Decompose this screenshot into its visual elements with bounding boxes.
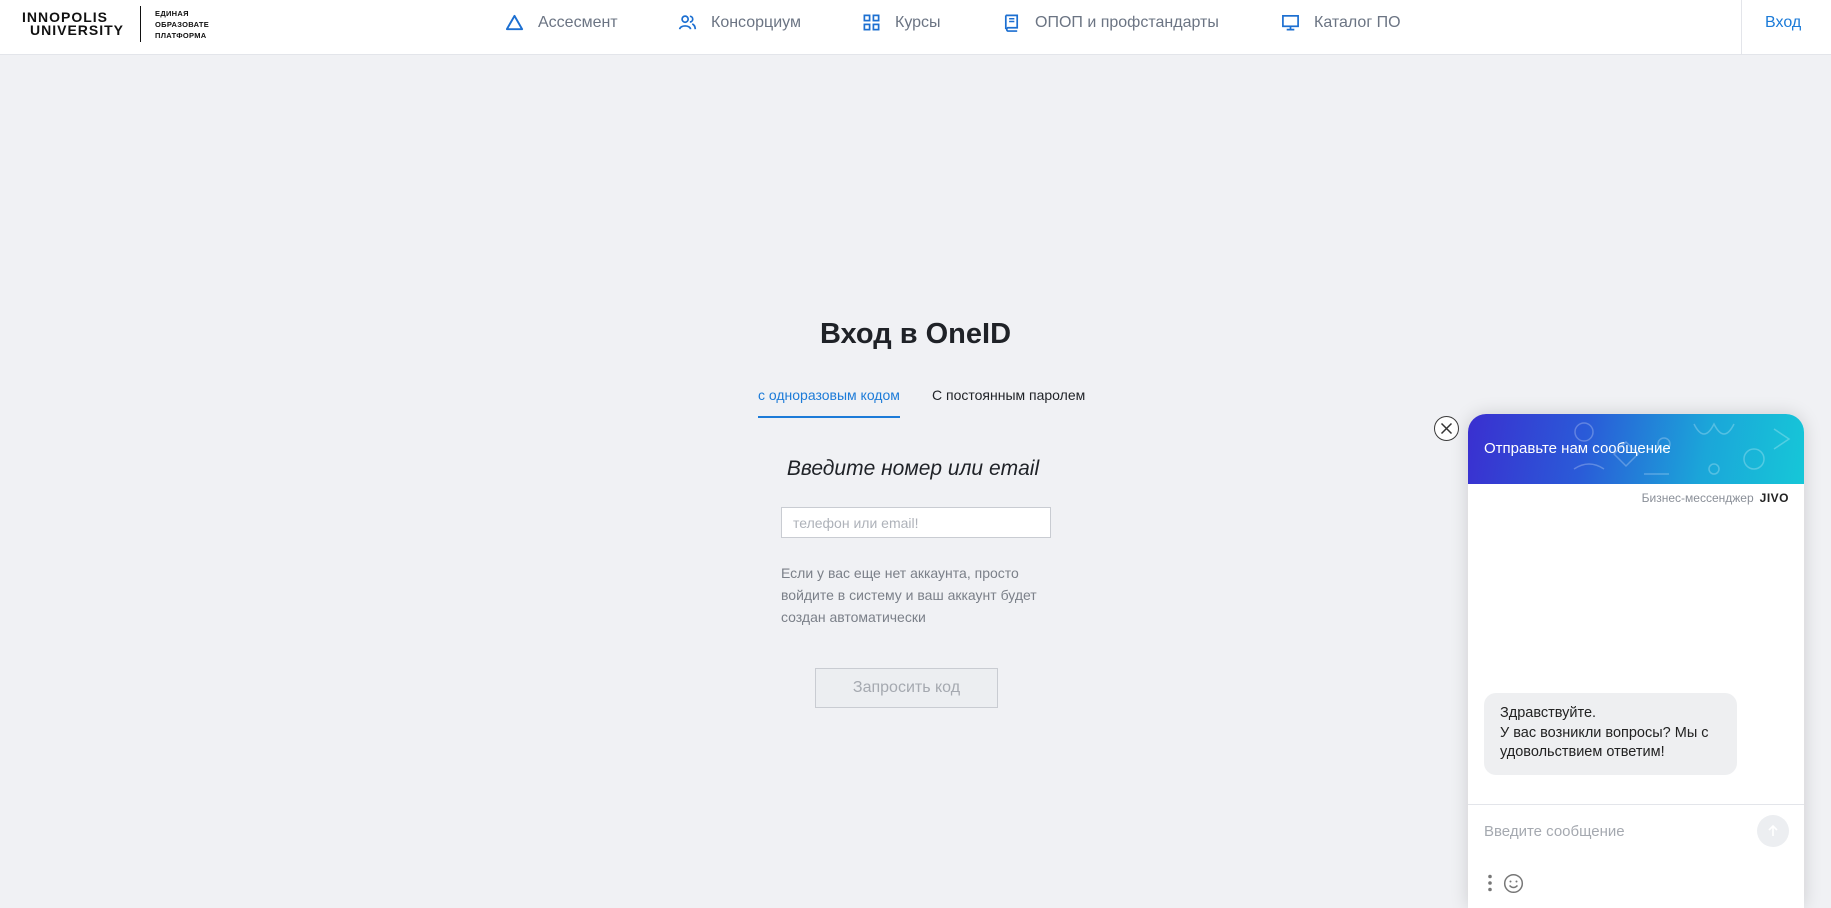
nav-item-label: ОПОП и профстандарты <box>1035 13 1219 31</box>
tab-one-time-code[interactable]: с одноразовым кодом <box>758 387 900 403</box>
chat-message-input[interactable] <box>1482 814 1756 848</box>
nav-item-label: Консорциум <box>711 13 801 31</box>
more-vertical-icon <box>1488 874 1492 892</box>
nav-item-software-catalog[interactable]: Каталог ПО <box>1281 13 1401 32</box>
close-icon <box>1440 422 1453 435</box>
nav-item-label: Курсы <box>895 13 941 31</box>
nav-item-courses[interactable]: Курсы <box>862 13 941 32</box>
logo-separator <box>140 6 142 42</box>
request-code-button[interactable]: Запросить код <box>815 668 998 708</box>
logo-subtitle: ЕДИНАЯ ОБРАЗОВАТЕ ПЛАТФОРМА <box>155 8 217 41</box>
nav-item-label: Каталог ПО <box>1314 13 1401 31</box>
chat-brand-caption: Бизнес-мессенджер <box>1641 491 1754 505</box>
logo-line-2: UNIVERSITY <box>30 22 125 38</box>
users-icon <box>678 15 697 30</box>
chat-header-title: Отправьте нам сообщение <box>1484 440 1671 457</box>
top-header: INNOPOLIS UNIVERSITY ЕДИНАЯ ОБРАЗОВАТЕ П… <box>0 0 1831 55</box>
chat-more-button[interactable] <box>1482 872 1498 894</box>
nav-item-label: Ассесмент <box>538 13 618 31</box>
chat-close-button[interactable] <box>1434 416 1459 441</box>
chat-greeting-bubble: Здравствуйте. У вас возникли вопросы? Мы… <box>1484 693 1737 775</box>
nav-item-assessment[interactable]: Ассесмент <box>505 13 618 32</box>
tab-active-indicator <box>758 416 900 418</box>
monitor-icon <box>1282 14 1299 31</box>
greeting-line: У вас возникли вопросы? Мы с удовольстви… <box>1500 724 1709 761</box>
chat-emoji-button[interactable] <box>1502 872 1524 894</box>
chat-divider <box>1468 804 1804 805</box>
book-icon <box>1004 14 1019 32</box>
jivo-logo: JIVO <box>1759 491 1789 505</box>
logo-subtitle-line: ЕДИНАЯ <box>155 8 189 18</box>
tab-permanent-password[interactable]: С постоянным паролем <box>932 387 1085 403</box>
innopolis-logo[interactable]: INNOPOLIS UNIVERSITY ЕДИНАЯ ОБРАЗОВАТЕ П… <box>22 6 217 42</box>
smile-icon <box>1503 873 1523 893</box>
chat-widget: Отправьте нам сообщение Бизнес-мессендже… <box>1468 414 1804 908</box>
login-link[interactable]: Вход <box>1765 14 1801 32</box>
chat-send-button[interactable] <box>1757 815 1789 847</box>
logo-subtitle-line: ПЛАТФОРМА <box>155 30 207 40</box>
grid-icon <box>863 14 880 31</box>
logo-mark: INNOPOLIS UNIVERSITY <box>22 10 125 38</box>
nav-item-opop[interactable]: ОПОП и профстандарты <box>1002 13 1219 32</box>
page-title: Вход в OneID <box>819 318 1012 350</box>
triangle-icon <box>505 14 524 31</box>
phone-or-email-input[interactable] <box>781 507 1051 538</box>
account-hint: Если у вас еще нет аккаунта, просто войд… <box>781 565 1037 625</box>
greeting-line: Здравствуйте. <box>1500 705 1597 721</box>
nav-item-consortium[interactable]: Консорциум <box>678 13 801 32</box>
header-divider <box>1741 0 1742 55</box>
logo-subtitle-line: ОБРАЗОВАТЕ <box>155 19 210 29</box>
arrow-up-icon <box>1768 824 1778 836</box>
chat-header: Отправьте нам сообщение <box>1468 414 1804 484</box>
chat-brand[interactable]: Бизнес-мессенджер JIVO <box>1642 491 1789 505</box>
